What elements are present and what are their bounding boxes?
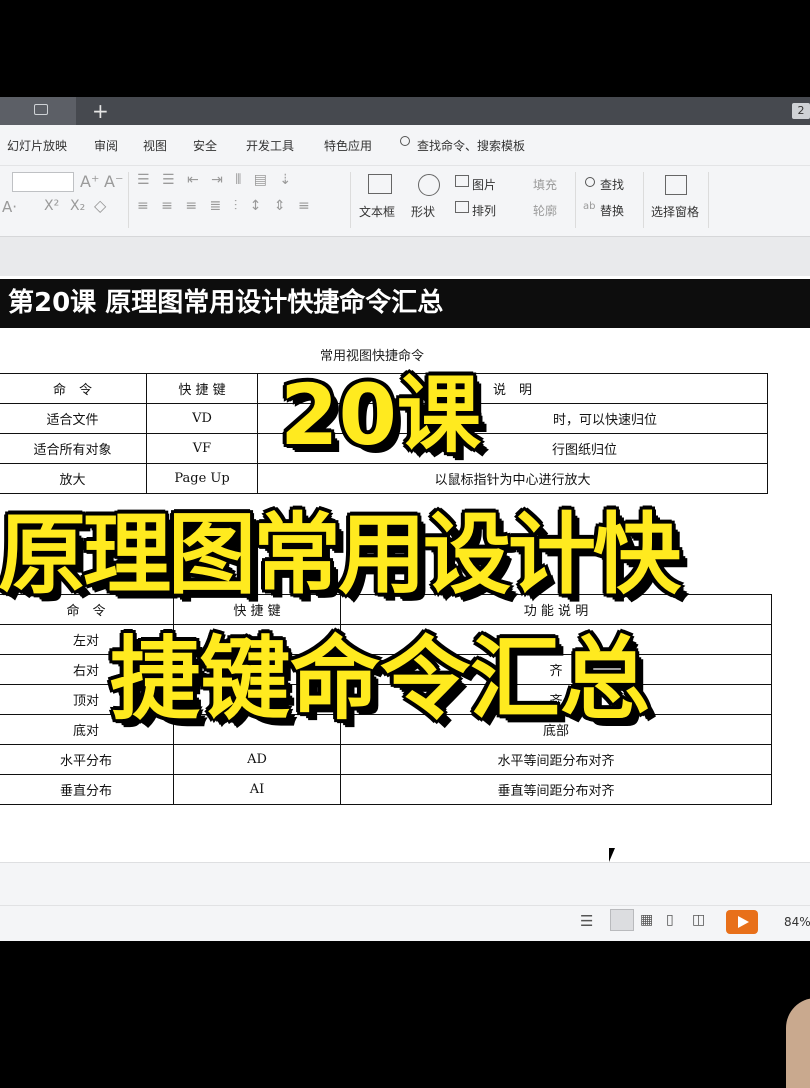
selection-pane-button[interactable]: 选择窗格 [651, 203, 699, 220]
table-cell: 垂直等间距分布对齐 [340, 774, 772, 805]
table-cell: 适合文件 [0, 403, 147, 434]
decrease-font-icon[interactable]: A⁻ [104, 172, 123, 191]
slide-icon [34, 104, 48, 115]
superscript-icon[interactable]: X² [44, 198, 59, 214]
eraser-icon[interactable]: ◇ [94, 196, 106, 215]
table-header: 快 捷 键 [146, 373, 258, 404]
table-cell: 水平等间距分布对齐 [340, 744, 772, 775]
outline-button[interactable]: 轮廓 [533, 202, 557, 219]
ribbon-divider [708, 172, 709, 228]
table-header: 命 令 [0, 373, 147, 404]
camera-icon[interactable]: ◫ [692, 912, 705, 928]
table-cell: Page Up [146, 463, 258, 494]
increase-font-icon[interactable]: A⁺ [80, 172, 99, 191]
arrange-button[interactable]: 排列 [472, 202, 496, 219]
overlay-caption-line2: 原理图常用设计快 [0, 503, 681, 606]
picture-icon [455, 175, 469, 187]
menu-review[interactable]: 审阅 [94, 137, 118, 154]
find-icon [585, 177, 595, 187]
find-button[interactable]: 查找 [600, 176, 624, 193]
lesson-title: 第20课 原理图常用设计快捷命令汇总 [8, 288, 444, 318]
ribbon-divider [643, 172, 644, 228]
font-color-icon[interactable]: A· [2, 198, 17, 216]
textbox-button[interactable]: 文本框 [359, 203, 395, 220]
paragraph-align-icons[interactable]: ≡ ≡ ≡ ≣ ⫶ ↕ ⇕ ≡ [137, 198, 314, 214]
replace-button[interactable]: 替换 [600, 202, 624, 219]
menu-developer-tools[interactable]: 开发工具 [246, 137, 294, 154]
zoom-level[interactable]: 84% [784, 915, 810, 929]
command-search[interactable]: 查找命令、搜索模板 [417, 137, 525, 154]
replace-icon: ab [583, 201, 596, 212]
paragraph-list-icons[interactable]: ☰ ☰ ⇤ ⇥ ⫴ ▤ ⇣ [137, 172, 295, 188]
status-bar [0, 862, 810, 941]
fill-button[interactable]: 填充 [533, 176, 557, 193]
menu-security[interactable]: 安全 [193, 137, 217, 154]
presenter-video [786, 998, 810, 1088]
reading-view-icon[interactable]: ▯ [666, 912, 674, 928]
menu-view[interactable]: 视图 [143, 137, 167, 154]
tab-bar [0, 97, 810, 125]
window-count-badge[interactable]: 2 [792, 103, 810, 119]
menu-special-apps[interactable]: 特色应用 [324, 137, 372, 154]
shape-icon [418, 174, 440, 196]
table-cell: 以鼠标指针为中心进行放大 [257, 463, 768, 494]
table-cell: AI [173, 774, 341, 805]
ribbon-divider [128, 172, 129, 228]
menu-slideshow[interactable]: 幻灯片放映 [7, 137, 67, 154]
textbox-icon [368, 174, 392, 194]
ribbon-divider [350, 172, 351, 228]
arrange-icon [455, 201, 469, 213]
table-cell: 适合所有对象 [0, 433, 147, 464]
mouse-cursor-icon [609, 848, 621, 862]
status-divider [0, 905, 810, 906]
table-cell: 放大 [0, 463, 147, 494]
table-cell: VD [146, 403, 258, 434]
shape-button[interactable]: 形状 [411, 203, 435, 220]
picture-button[interactable]: 图片 [472, 176, 496, 193]
notes-icon[interactable]: ☰ [580, 912, 593, 930]
table-cell: AD [173, 744, 341, 775]
table-row: 水平分布 AD 水平等间距分布对齐 [0, 744, 772, 775]
overlay-caption-line1: 20课 [280, 366, 481, 464]
play-icon [738, 916, 749, 928]
view-table-caption: 常用视图快捷命令 [320, 349, 425, 364]
ribbon-divider [575, 172, 576, 228]
font-size-input[interactable] [12, 172, 74, 192]
selection-pane-icon [665, 175, 687, 195]
slide-sorter-icon[interactable]: ▦ [640, 912, 653, 928]
table-row: 垂直分布 AI 垂直等间距分布对齐 [0, 774, 772, 805]
table-cell: 水平分布 [0, 744, 174, 775]
subscript-icon[interactable]: X₂ [70, 198, 85, 214]
overlay-caption-line3: 捷键命令汇总 [110, 627, 650, 732]
search-icon [400, 136, 410, 146]
table-row: 放大 Page Up 以鼠标指针为中心进行放大 [0, 463, 768, 494]
table-cell: VF [146, 433, 258, 464]
normal-view-icon[interactable] [610, 909, 634, 931]
new-tab-button[interactable]: + [92, 98, 109, 124]
table-cell: 垂直分布 [0, 774, 174, 805]
